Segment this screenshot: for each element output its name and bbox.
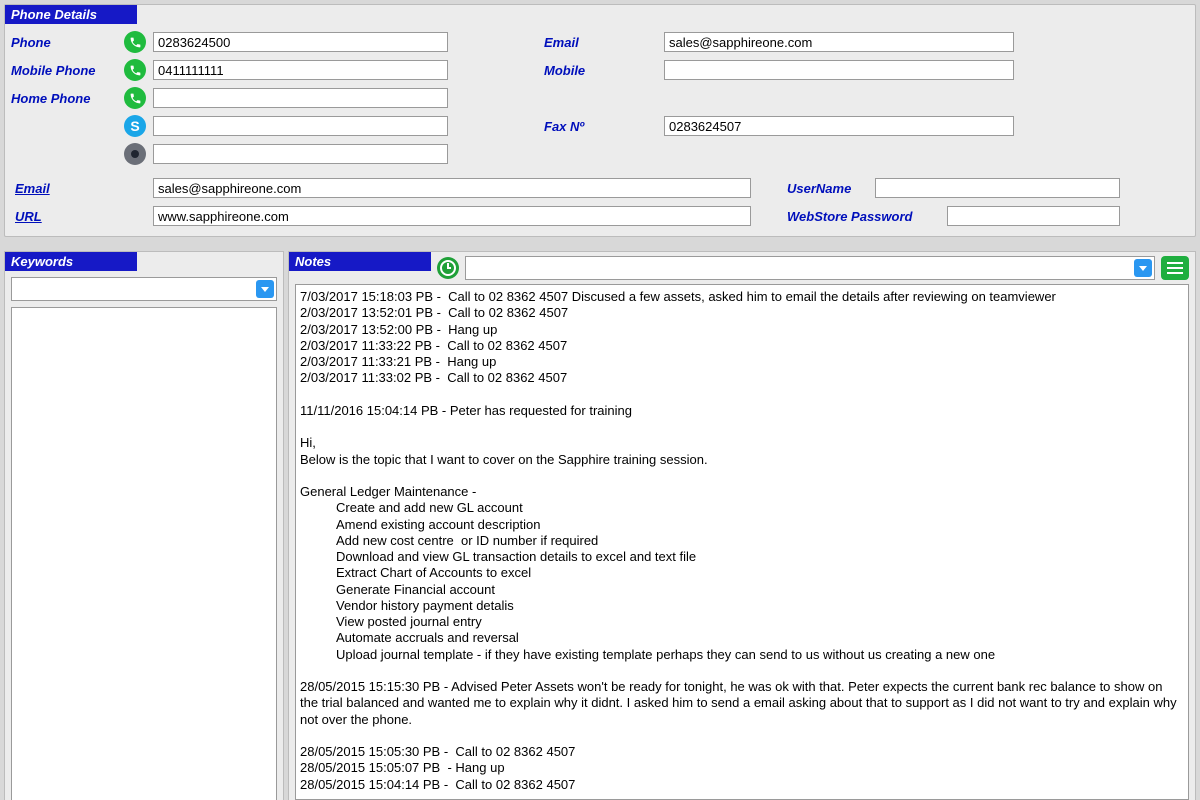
fax-input[interactable] [664,116,1014,136]
webstore-pw-input[interactable] [947,206,1120,226]
panel-divider [0,241,1200,247]
email-right-label: Email [504,35,664,50]
mobile-right-label: Mobile [504,63,664,78]
url-link-label[interactable]: URL [9,209,153,224]
notes-dropdown[interactable] [465,256,1155,280]
username-label: UserName [787,181,875,196]
fax-label: Fax Nº [504,119,664,134]
skype-input[interactable] [153,116,448,136]
notes-textarea[interactable]: 7/03/2017 15:18:03 PB - Call to 02 8362 … [295,284,1189,800]
keywords-dropdown[interactable] [11,277,277,301]
chevron-down-icon[interactable] [256,280,274,298]
mobile-phone-input[interactable] [153,60,448,80]
phone-details-title: Phone Details [5,5,137,24]
home-phone-input[interactable] [153,88,448,108]
phone-icon[interactable] [117,59,153,81]
keywords-title: Keywords [5,252,137,271]
mobile-phone-label: Mobile Phone [5,63,117,78]
skype-icon[interactable]: S [117,115,153,137]
username-input[interactable] [875,178,1120,198]
phone-input[interactable] [153,32,448,52]
phone-icon[interactable] [117,87,153,109]
notes-title: Notes [289,252,431,271]
email-right-input[interactable] [664,32,1014,52]
home-phone-label: Home Phone [5,91,117,106]
mobile-right-input[interactable] [664,60,1014,80]
timestamp-icon[interactable] [437,257,459,279]
chevron-down-icon[interactable] [1134,259,1152,277]
facetime-input[interactable] [153,144,448,164]
notes-menu-button[interactable] [1161,256,1189,280]
keywords-panel: Keywords [4,251,284,800]
email-link-label[interactable]: Email [9,181,153,196]
facetime-icon[interactable] [117,143,153,165]
phone-label: Phone [5,35,117,50]
email-long-input[interactable] [153,178,751,198]
url-long-input[interactable] [153,206,751,226]
notes-panel: Notes 7/03/2017 15:18:03 PB - Call to 02… [288,251,1196,800]
phone-details-panel: Phone Details Phone Email Mobile Phone M… [4,4,1196,237]
webstore-pw-label: WebStore Password [787,209,947,224]
phone-icon[interactable] [117,31,153,53]
keywords-list[interactable] [11,307,277,800]
